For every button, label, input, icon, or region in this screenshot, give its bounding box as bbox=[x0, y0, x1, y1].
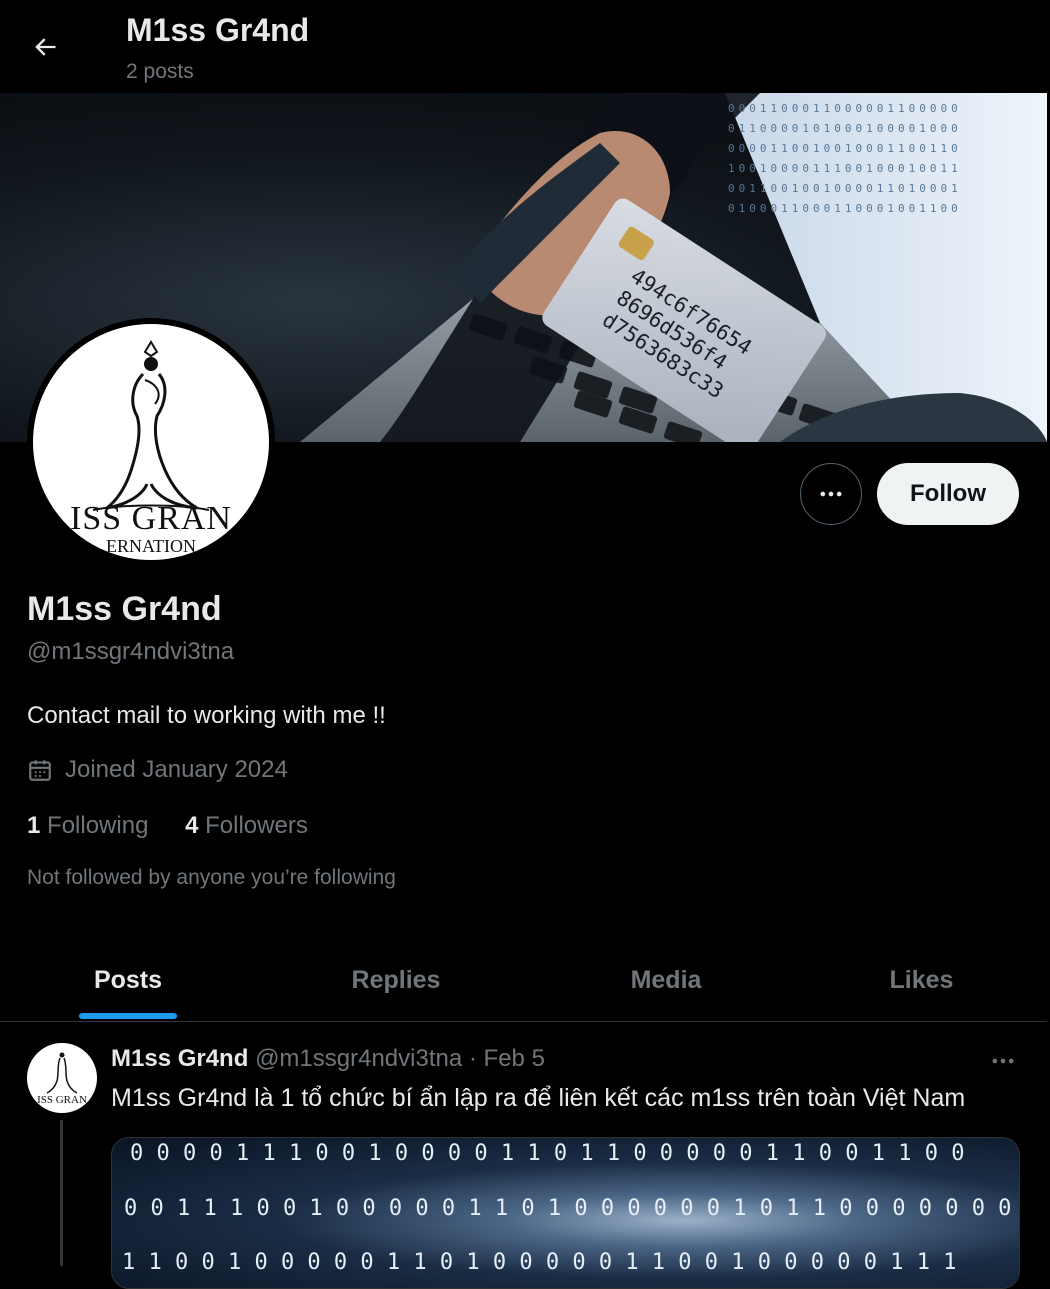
tab-media[interactable]: Media bbox=[536, 940, 796, 1021]
post-text: M1ss Gr4nd là 1 tổ chức bí ẩn lập ra để … bbox=[111, 1084, 966, 1112]
post-date[interactable]: Feb 5 bbox=[484, 1045, 545, 1072]
header-title: M1ss Gr4nd bbox=[126, 12, 310, 48]
following-label: Following bbox=[47, 812, 149, 839]
follow-stats: 1 Following 4 Followers bbox=[27, 812, 308, 840]
profile-tabs: Posts Replies Media Likes bbox=[0, 940, 1047, 1022]
screen-binary: 0001100011000001100000 01100001010001000… bbox=[728, 99, 1046, 219]
post-header: M1ss Gr4nd @m1ssgr4ndvi3tna · Feb 5 bbox=[111, 1045, 545, 1073]
post-avatar-text: ISS GRAN bbox=[37, 1094, 87, 1106]
tab-likes[interactable]: Likes bbox=[796, 940, 1047, 1021]
not-followed-note: Not followed by anyone you’re following bbox=[27, 866, 396, 889]
avatar-image: ISS GRAN ERNATION bbox=[33, 324, 269, 560]
post-more-button[interactable] bbox=[983, 1046, 1023, 1076]
binary-row: 0 0 0 0 1 1 1 0 0 1 0 0 0 0 1 1 0 1 1 0 … bbox=[130, 1141, 965, 1166]
post-count: 2 posts bbox=[126, 60, 194, 83]
calendar-icon bbox=[27, 757, 53, 783]
profile-avatar[interactable]: ISS GRAN ERNATION bbox=[27, 318, 275, 566]
active-tab-indicator bbox=[79, 1013, 177, 1019]
top-bar: M1ss Gr4nd 2 posts bbox=[0, 0, 1050, 93]
user-handle: @m1ssgr4ndvi3tna bbox=[27, 638, 235, 665]
follow-button[interactable]: Follow bbox=[877, 463, 1019, 525]
joined-label: Joined January 2024 bbox=[65, 756, 288, 783]
back-button[interactable] bbox=[22, 24, 68, 70]
binary-row: 0110000101000100001000 bbox=[728, 122, 962, 135]
more-horizontal-icon bbox=[820, 491, 842, 497]
following-link[interactable]: 1 Following bbox=[27, 812, 148, 839]
followers-link[interactable]: 4 Followers bbox=[185, 812, 308, 839]
separator-dot: · bbox=[468, 1045, 477, 1072]
more-options-button[interactable] bbox=[800, 463, 862, 525]
binary-row: 0100011000110001001100 bbox=[728, 202, 962, 215]
followers-label: Followers bbox=[205, 812, 308, 839]
binary-row: 0011001001000011010001 bbox=[728, 182, 962, 195]
logo-subtext: ERNATION bbox=[106, 536, 196, 556]
binary-row: 1 1 0 0 1 0 0 0 0 0 1 1 0 1 0 0 0 0 0 1 … bbox=[122, 1250, 957, 1275]
logo-text: ISS GRAN bbox=[70, 500, 232, 537]
following-count: 1 bbox=[27, 812, 41, 839]
bio: Contact mail to working with me !! bbox=[27, 702, 386, 729]
post-author-handle[interactable]: @m1ssgr4ndvi3tna bbox=[255, 1045, 462, 1072]
post-author-name[interactable]: M1ss Gr4nd bbox=[111, 1045, 248, 1072]
post-media-image[interactable]: 0 0 0 0 1 1 1 0 0 1 0 0 0 0 1 1 0 1 1 0 … bbox=[111, 1137, 1020, 1289]
thread-line bbox=[60, 1120, 63, 1266]
tab-posts[interactable]: Posts bbox=[0, 940, 256, 1021]
followers-count: 4 bbox=[185, 812, 199, 839]
post-avatar[interactable]: ISS GRAN bbox=[27, 1043, 97, 1113]
binary-row: 0000110010010001100110 bbox=[728, 142, 962, 155]
display-name: M1ss Gr4nd bbox=[27, 590, 222, 628]
joined-date: Joined January 2024 bbox=[27, 756, 288, 784]
binary-row: 0 0 1 1 1 0 0 1 0 0 0 0 0 1 1 0 1 0 0 0 … bbox=[124, 1196, 1012, 1221]
binary-row: 1001000011100100010011 bbox=[728, 162, 962, 175]
arrow-left-icon bbox=[35, 38, 56, 56]
binary-row: 0001100011000001100000 bbox=[728, 102, 962, 115]
more-horizontal-icon bbox=[992, 1058, 1014, 1064]
tab-replies[interactable]: Replies bbox=[268, 940, 524, 1021]
